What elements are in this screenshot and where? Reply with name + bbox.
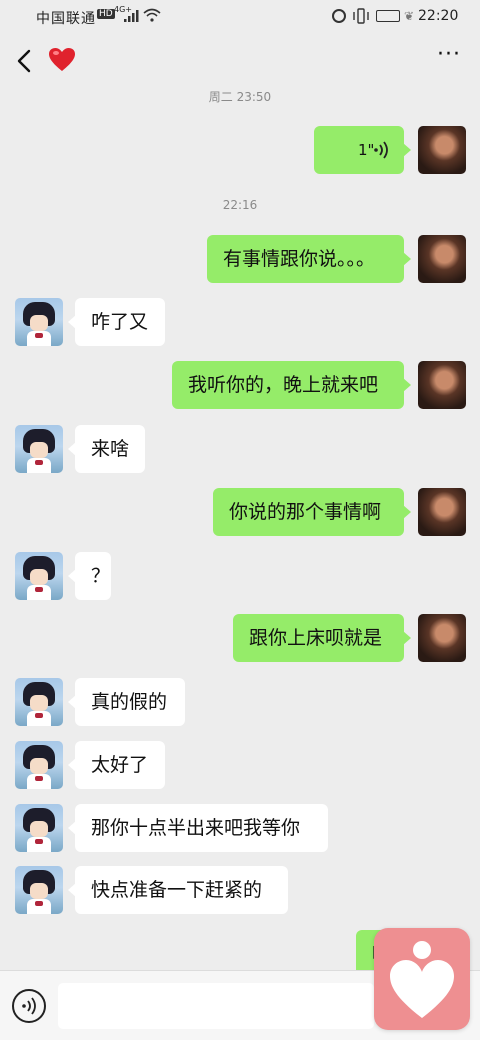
avatar-art	[35, 839, 43, 844]
avatar-contact[interactable]	[15, 425, 63, 473]
avatar-art	[35, 901, 43, 906]
avatar-art	[30, 569, 48, 585]
battery-icon	[376, 10, 400, 22]
avatar-contact[interactable]	[15, 552, 63, 600]
avatar-self[interactable]	[418, 614, 466, 662]
avatar-self[interactable]	[418, 361, 466, 409]
message-bubble[interactable]: 咋了又	[68, 298, 165, 346]
voice-message-bubble[interactable]: 1"	[314, 126, 411, 174]
avatar-contact[interactable]	[15, 678, 63, 726]
message-bubble[interactable]: 你说的那个事情啊	[213, 488, 411, 536]
avatar-self[interactable]	[418, 126, 466, 174]
heart-person-icon	[390, 941, 454, 1018]
avatar-art	[35, 460, 43, 465]
avatar-contact[interactable]	[15, 866, 63, 914]
avatar-art	[35, 776, 43, 781]
voice-wave-icon	[374, 141, 388, 159]
timestamp: 周二 23:50	[208, 90, 272, 104]
message-bubble[interactable]: 来啥	[68, 425, 145, 473]
avatar-art	[30, 442, 48, 458]
avatar-contact[interactable]	[15, 741, 63, 789]
carrier-label: 中国联通	[36, 11, 96, 27]
status-bar: 中国联通 HD 4G+ ❦ 22:20	[0, 0, 480, 34]
message-bubble[interactable]: 我听你的，晚上就来吧	[172, 361, 411, 409]
floating-app-button[interactable]	[374, 928, 470, 1030]
message-input[interactable]	[58, 983, 374, 1029]
avatar-art	[30, 883, 48, 899]
avatar-art	[30, 821, 48, 837]
message-bubble[interactable]: ？	[68, 552, 111, 600]
chevron-left-icon[interactable]	[10, 46, 40, 76]
avatar-art	[30, 758, 48, 774]
voice-input-icon[interactable]	[12, 989, 46, 1023]
avatar-art	[35, 587, 43, 592]
message-bubble[interactable]: 快点准备一下赶紧的	[68, 866, 288, 914]
message-bubble[interactable]: 跟你上床呗就是	[233, 614, 411, 662]
wifi-icon	[143, 8, 161, 22]
message-bubble[interactable]: 太好了	[68, 741, 165, 789]
clock: 22:20	[418, 8, 459, 24]
hd-badge: HD	[97, 9, 115, 19]
message-list[interactable]: 周二 23:50 1" 22:16 有事情跟你说。。。 咋了又 我听你的，晚上就…	[0, 88, 480, 970]
message-bubble[interactable]: 真的假的	[68, 678, 185, 726]
avatar-self[interactable]	[418, 488, 466, 536]
avatar-contact[interactable]	[15, 298, 63, 346]
eco-leaf-icon: ❦	[404, 9, 415, 23]
avatar-self[interactable]	[418, 235, 466, 283]
heart-icon	[49, 48, 75, 71]
avatar-art	[35, 333, 43, 338]
chat-header: ···	[0, 34, 480, 88]
avatar-contact[interactable]	[15, 804, 63, 852]
vibrate-icon	[353, 8, 369, 24]
message-bubble[interactable]: 有事情跟你说。。。	[207, 235, 411, 283]
avatar-art	[30, 695, 48, 711]
voice-wave-icon	[22, 997, 36, 1015]
avatar-art	[30, 315, 48, 331]
alarm-icon	[332, 9, 346, 23]
more-options-button[interactable]: ···	[436, 44, 462, 72]
avatar-art	[35, 713, 43, 718]
signal-icon	[124, 10, 139, 22]
timestamp: 22:16	[222, 198, 258, 212]
message-bubble[interactable]: 那你十点半出来吧我等你	[68, 804, 328, 852]
